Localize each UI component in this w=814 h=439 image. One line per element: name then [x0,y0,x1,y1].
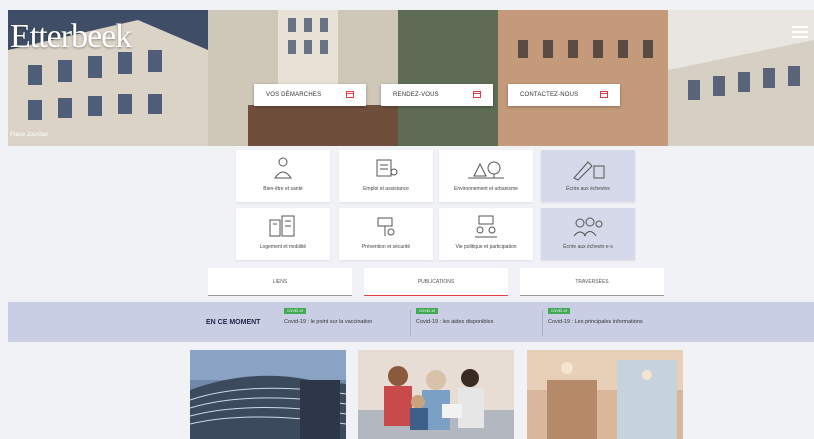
tab-liens[interactable]: LIENS [208,268,352,296]
status-badge: COVID-19 [548,308,571,314]
divider [542,310,543,336]
tile-prevention[interactable]: Prévention et sécurité [339,208,433,260]
tab-label: PUBLICATIONS [417,279,455,285]
tile-label: Prévention et sécurité [361,244,411,250]
tab-label: LIENS [272,279,288,285]
list-icon [346,91,354,98]
interior-photo [527,350,683,439]
news-text: Covid-19 : le point sur la vaccination [284,319,373,325]
hero-banner: Etterbeek Place Jourdan VOS DÉMARCHES RE… [8,10,814,146]
building-photo [190,350,346,439]
news-item[interactable]: COVID-19 Covid-19 : les aides disponible… [416,308,493,326]
news-text: Covid-19 : les aides disponibles [416,319,494,325]
photo-caption: Place Jourdan [10,132,49,138]
tab-underline [208,295,352,296]
tile-label: Bien-être et santé [263,186,303,192]
pen-building-icon [573,161,605,181]
news-photo-interior[interactable] [527,350,683,439]
document-people-icon [376,159,398,177]
demarches-label: VOS DÉMARCHES [266,92,322,98]
tile-logement[interactable]: Logement et mobilité [236,208,330,260]
divider [410,310,411,336]
news-item[interactable]: COVID-19 Covid-19 : le point sur la vacc… [284,308,372,326]
speech-people-icon [475,215,497,238]
tab-underline [520,295,664,296]
tile-vie-politique[interactable]: Vie politique et participation [439,208,533,260]
rendez-vous-label: RENDEZ-VOUS [393,92,439,98]
tab-underline [364,295,508,296]
rendez-vous-button[interactable]: RENDEZ-VOUS [381,84,493,106]
trees-icon [468,161,504,179]
news-item[interactable]: COVID-19 Covid-19 : Les principales info… [548,308,648,326]
tab-publications[interactable]: PUBLICATIONS [364,268,508,296]
mail-icon [600,91,608,98]
status-badge: COVID-19 [284,308,307,314]
tile-label: Écrire aux échevins [566,186,610,192]
news-band: EN CE MOMENT COVID-19 Covid-19 : le poin… [8,302,814,342]
tile-environnement[interactable]: Environnement et urbanisme [439,150,533,202]
tab-traversees[interactable]: TRAVERSÉES [520,268,664,296]
buildings-icon [269,215,295,237]
tile-ecrire-echevins-2[interactable]: Écrire aux échevin·e·s [541,208,635,260]
tile-label: Logement et mobilité [259,244,307,250]
contact-label: CONTACTEZ-NOUS [520,92,579,98]
news-photo-building[interactable] [190,350,346,439]
tile-label: Emploi et assistance [363,186,409,192]
news-title: EN CE MOMENT [206,319,261,326]
tile-label: Environnement et urbanisme [454,186,518,192]
calendar-icon [473,91,481,98]
people-group-icon [573,217,603,237]
tile-label: Vie politique et participation [455,244,517,250]
person-heart-icon [274,157,292,179]
site-logo[interactable]: Etterbeek [10,18,132,56]
demarches-button[interactable]: VOS DÉMARCHES [254,84,366,106]
news-photo-family[interactable] [358,350,514,439]
contact-button[interactable]: CONTACTEZ-NOUS [508,84,620,106]
family-photo [358,350,514,439]
tile-emploi[interactable]: Emploi et assistance [339,150,433,202]
news-text: Covid-19 : Les principales informations [548,319,643,325]
menu-icon[interactable] [792,26,808,41]
status-badge: COVID-19 [416,308,439,314]
tile-bien-etre[interactable]: Bien-être et santé [236,150,330,202]
shield-camera-icon [377,217,395,236]
tab-label: TRAVERSÉES [575,279,609,285]
tile-label: Écrire aux échevin·e·s [563,244,613,250]
tile-ecrire-echevins[interactable]: Écrire aux échevins [541,150,635,202]
